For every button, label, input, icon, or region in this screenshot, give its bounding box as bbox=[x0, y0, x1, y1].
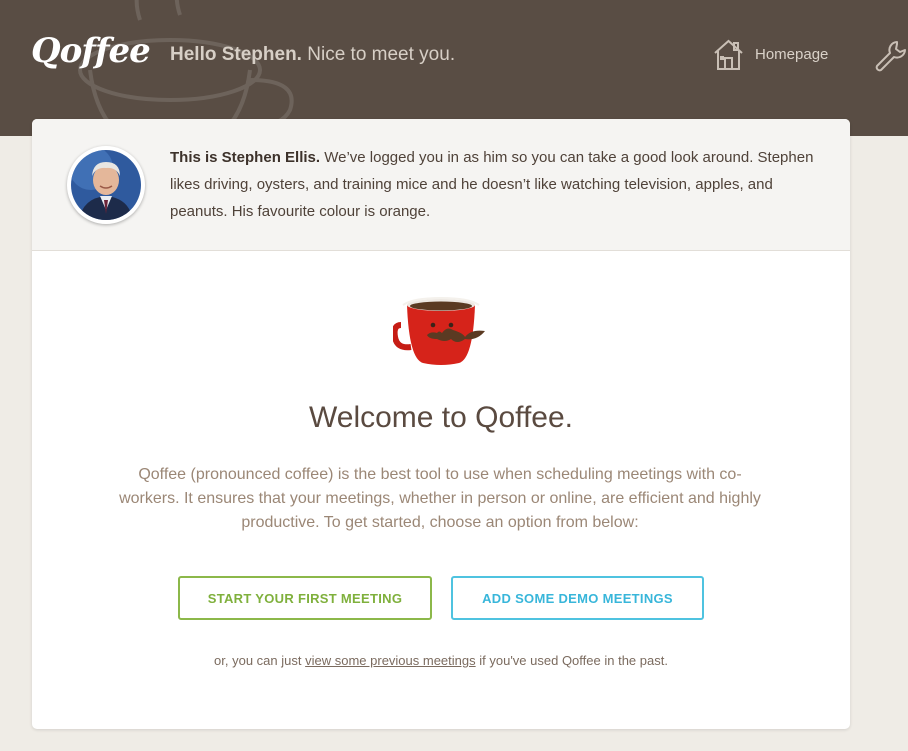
welcome-description: Qoffee (pronounced coffee) is the best t… bbox=[119, 466, 761, 531]
footnote-prefix: or, you can just bbox=[214, 653, 306, 668]
view-previous-meetings-link[interactable]: view some previous meetings bbox=[305, 653, 476, 668]
footnote-suffix: if you've used Qoffee in the past. bbox=[475, 653, 668, 668]
footnote: or, you can just view some previous meet… bbox=[32, 653, 850, 668]
nav-homepage-label: Homepage bbox=[755, 46, 829, 63]
top-bar: Qoffee Hello Stephen. Nice to meet you. … bbox=[0, 0, 908, 136]
start-first-meeting-button[interactable]: START YOUR FIRST MEETING bbox=[178, 576, 432, 620]
welcome-title: Welcome to Qoffee. bbox=[308, 401, 574, 434]
coffee-mug-icon bbox=[393, 296, 485, 365]
avatar bbox=[67, 146, 145, 224]
profile-name: This is Stephen Ellis. bbox=[170, 149, 321, 166]
nav-homepage-link[interactable]: Homepage bbox=[712, 38, 828, 71]
greeting: Hello Stephen. Nice to meet you. bbox=[170, 44, 455, 66]
user-photo bbox=[71, 150, 141, 220]
home-icon bbox=[714, 39, 743, 70]
profile-panel: This is Stephen Ellis. We’ve logged you … bbox=[32, 119, 850, 251]
wrench-icon[interactable] bbox=[873, 38, 908, 73]
add-demo-meetings-button[interactable]: ADD SOME DEMO MEETINGS bbox=[451, 576, 704, 620]
profile-intro: This is Stephen Ellis. We’ve logged you … bbox=[170, 144, 830, 225]
greeting-text: Nice to meet you. bbox=[301, 44, 456, 65]
welcome-card: This is Stephen Ellis. We’ve logged you … bbox=[32, 119, 850, 729]
app-logo[interactable]: Qoffee bbox=[31, 31, 151, 71]
greeting-name: Hello Stephen. bbox=[170, 44, 302, 65]
